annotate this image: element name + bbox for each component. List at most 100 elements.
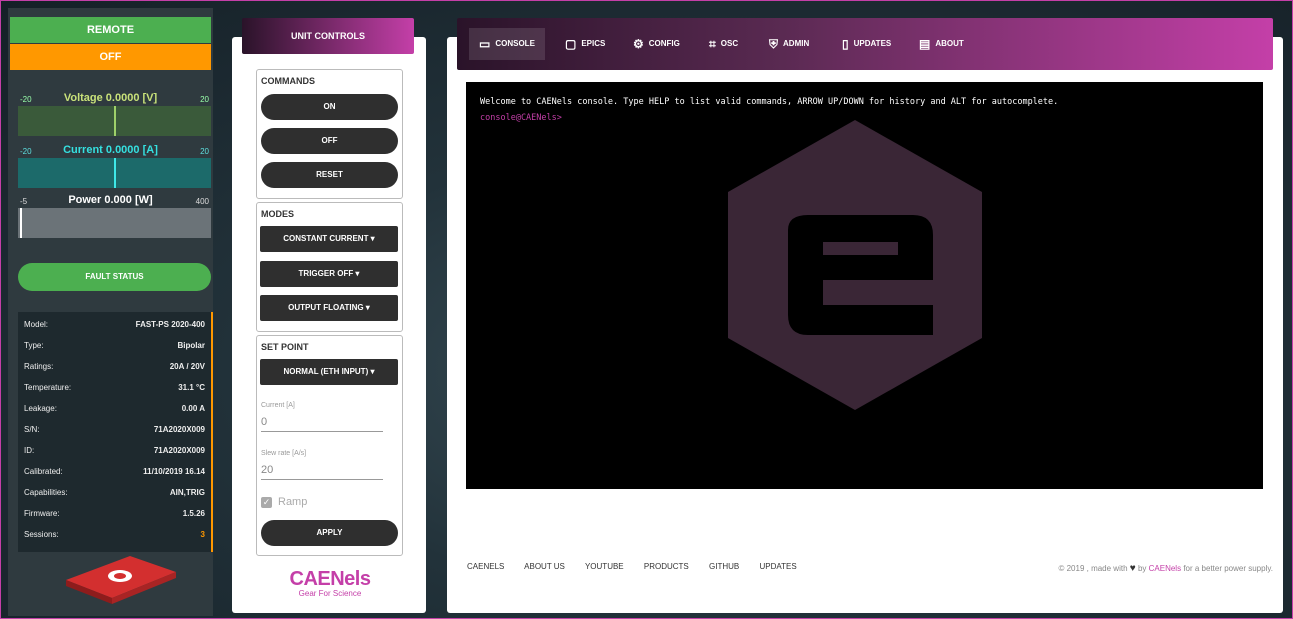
tablet-icon: ▯	[842, 37, 849, 51]
tab-config[interactable]: ⚙ CONFIG	[633, 28, 680, 60]
info-value: 20A / 20V	[169, 362, 205, 371]
current-input[interactable]: 0	[261, 416, 383, 432]
tab-label: ADMIN	[783, 39, 810, 49]
info-row-model: Model: FAST-PS 2020-400	[24, 320, 205, 336]
tab-osc[interactable]: ⌗ OSC	[709, 28, 738, 60]
info-key: Temperature:	[24, 383, 72, 392]
info-value: 11/10/2019 16.14	[143, 467, 205, 476]
info-key: S/N:	[24, 425, 40, 434]
footer-link-updates[interactable]: UPDATES	[759, 562, 796, 571]
heart-icon: ♥	[1129, 563, 1136, 574]
tab-label: EPICS	[581, 39, 606, 49]
slew-rate-label: Slew rate [A/s]	[261, 450, 307, 457]
info-row-capabilities: Capabilities: AIN,TRIG	[24, 488, 205, 504]
voltage-meter	[18, 106, 211, 136]
voltage-title: Voltage 0.0000 [V]	[63, 92, 158, 104]
current-needle	[114, 158, 116, 188]
commands-title: COMMANDS	[261, 76, 315, 86]
info-row-sessions: Sessions: 3	[24, 530, 205, 546]
power-meter-header: -5 Power 0.000 [W] 400	[10, 194, 211, 208]
power-needle	[20, 208, 22, 238]
info-key: Sessions:	[24, 530, 59, 539]
current-field-label: Current [A]	[261, 402, 295, 409]
copyright-brand-link[interactable]: CAENels	[1149, 564, 1181, 573]
tab-admin[interactable]: ⛨ ADMIN	[769, 28, 809, 60]
setpoint-source-dropdown[interactable]: NORMAL (ETH INPUT) ▾	[260, 359, 398, 385]
info-row-calibrated: Calibrated: 11/10/2019 16.14	[24, 467, 205, 483]
id-card-icon: ▤	[919, 37, 931, 51]
trigger-dropdown[interactable]: TRIGGER OFF ▾	[260, 261, 398, 287]
slew-rate-input[interactable]: 20	[261, 464, 383, 480]
apply-button[interactable]: APPLY	[261, 520, 398, 546]
unit-controls-title: UNIT CONTROLS	[242, 18, 414, 54]
console-terminal[interactable]: Welcome to CAENels console. Type HELP to…	[466, 82, 1263, 489]
tab-epics[interactable]: ▢ EPICS	[565, 28, 605, 60]
tab-label: CONSOLE	[495, 39, 535, 49]
device-info-panel: Model: FAST-PS 2020-400 Type: Bipolar Rati…	[18, 312, 213, 552]
tab-label: CONFIG	[648, 39, 680, 49]
info-row-temperature: Temperature: 31.1 °C	[24, 383, 205, 399]
console-welcome-text: Welcome to CAENels console. Type HELP to…	[480, 97, 1059, 107]
info-key: Capabilities:	[24, 488, 68, 497]
tab-updates[interactable]: ▯ UPDATES	[842, 28, 891, 60]
mode-dropdown[interactable]: CONSTANT CURRENT ▾	[260, 226, 398, 252]
output-status-indicator: OFF	[10, 44, 211, 70]
output-dropdown[interactable]: OUTPUT FLOATING ▾	[260, 295, 398, 321]
info-value: 31.1 °C	[178, 383, 205, 392]
info-key: Model:	[24, 320, 49, 329]
info-key: Calibrated:	[24, 467, 63, 476]
info-value: FAST-PS 2020-400	[135, 320, 205, 329]
info-key: ID:	[24, 446, 35, 455]
reset-button[interactable]: RESET	[261, 162, 398, 188]
tab-label: OSC	[720, 39, 739, 49]
ramp-checkbox[interactable]: ✓ Ramp	[261, 496, 307, 508]
info-key: Leakage:	[24, 404, 57, 413]
remote-status-indicator: REMOTE	[10, 17, 211, 43]
power-max-label: 400	[195, 197, 209, 206]
off-button[interactable]: OFF	[261, 128, 398, 154]
info-row-id: ID: 71A2020X009	[24, 446, 205, 462]
oscilloscope-icon: ⌗	[709, 37, 716, 51]
footer-link-products[interactable]: PRODUCTS	[644, 562, 689, 571]
info-key: Firmware:	[24, 509, 60, 518]
info-value: AIN,TRIG	[169, 488, 205, 497]
monitor-icon: ▭	[479, 37, 491, 51]
current-meter-header: -20 Current 0.0000 [A] 20	[10, 144, 211, 158]
info-key: Type:	[24, 341, 44, 350]
footer-links: CAENELS ABOUT US YOUTUBE PRODUCTS GITHUB…	[467, 562, 815, 571]
tab-about[interactable]: ▤ ABOUT	[919, 28, 964, 60]
copyright-text: © 2019 , made with	[1058, 564, 1128, 573]
ramp-label: Ramp	[278, 496, 308, 508]
console-prompt[interactable]: console@CAENels>	[480, 113, 562, 123]
tab-console[interactable]: ▭ CONSOLE	[469, 28, 545, 60]
copyright-by: by	[1137, 564, 1147, 573]
modes-group: MODES CONSTANT CURRENT ▾ TRIGGER OFF ▾ O…	[256, 202, 403, 332]
info-value: 0.00 A	[181, 404, 205, 413]
fault-status-button[interactable]: FAULT STATUS	[18, 263, 211, 291]
info-value: 1.5.26	[182, 509, 205, 518]
footer-link-youtube[interactable]: YOUTUBE	[585, 562, 624, 571]
caenels-watermark-icon	[728, 120, 982, 410]
footer-link-about-us[interactable]: ABOUT US	[524, 562, 565, 571]
info-row-serial: S/N: 71A2020X009	[24, 425, 205, 441]
on-button[interactable]: ON	[261, 94, 398, 120]
tab-label: ABOUT	[935, 39, 964, 49]
info-value: 71A2020X009	[153, 446, 205, 455]
footer-link-caenels[interactable]: CAENELS	[467, 562, 504, 571]
info-value: 71A2020X009	[153, 425, 205, 434]
info-row-type: Type: Bipolar	[24, 341, 205, 357]
checkmark-icon: ✓	[261, 496, 272, 508]
footer-copyright: © 2019 , made with ♥ by CAENels for a be…	[1058, 563, 1273, 574]
info-value: Bipolar	[177, 341, 205, 350]
footer-link-github[interactable]: GITHUB	[709, 562, 739, 571]
setpoint-title: SET POINT	[261, 342, 309, 352]
voltage-meter-header: -20 Voltage 0.0000 [V] 20	[10, 92, 211, 106]
caenels-logo: CAENels Gear For Science	[275, 568, 385, 598]
info-key: Ratings:	[24, 362, 54, 371]
power-title: Power 0.000 [W]	[68, 194, 153, 206]
current-title: Current 0.0000 [A]	[63, 144, 158, 156]
device-image	[66, 556, 176, 604]
gear-icon: ⚙	[633, 37, 644, 51]
info-row-firmware: Firmware: 1.5.26	[24, 509, 205, 525]
copyright-suffix: for a better power supply.	[1183, 564, 1273, 573]
